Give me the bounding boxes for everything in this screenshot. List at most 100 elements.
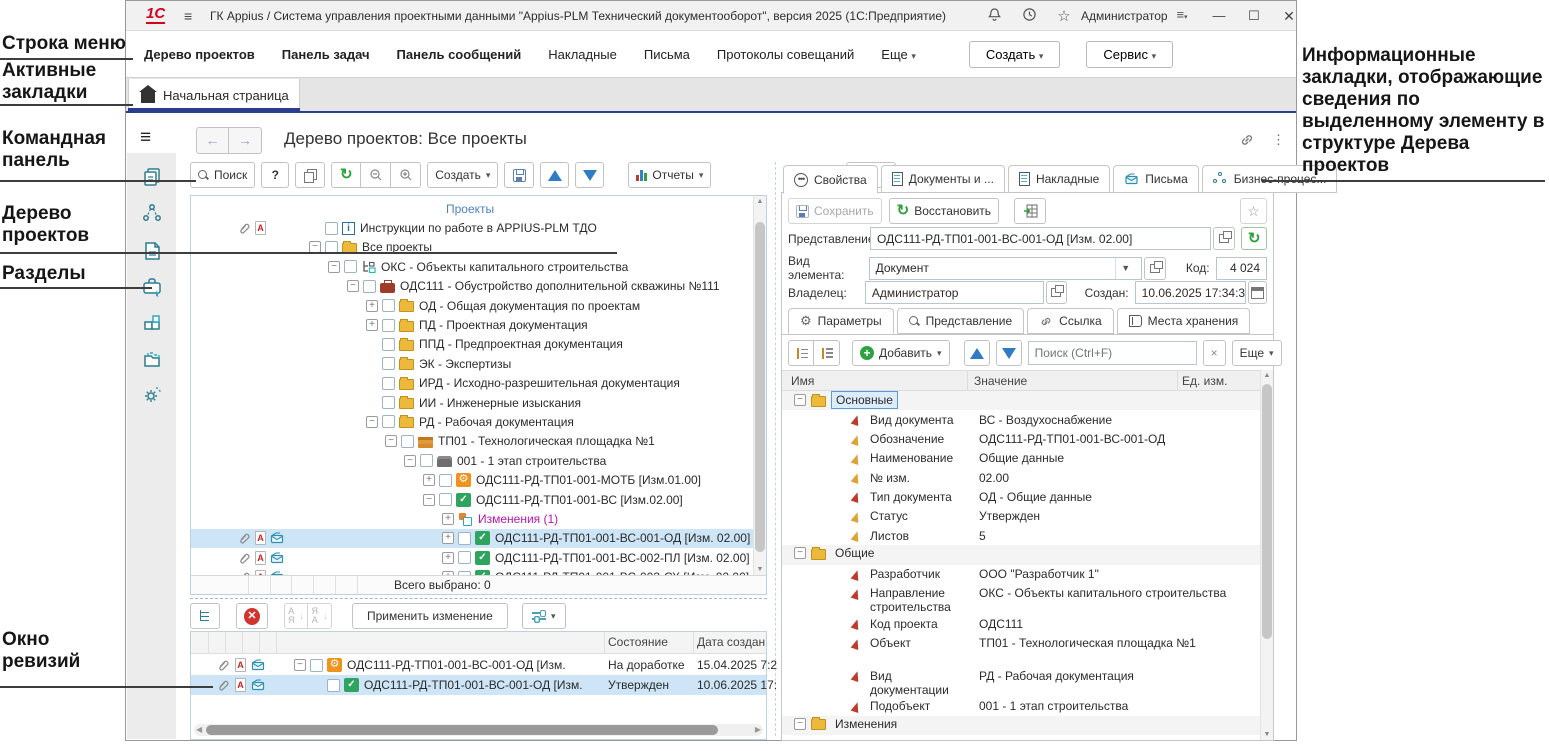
- param-row[interactable]: Тип документа ОД - Общие данные: [782, 487, 1260, 506]
- collapse-toggle[interactable]: −: [794, 718, 806, 730]
- param-row[interactable]: Вид документации РД - Рабочая документац…: [782, 666, 1260, 697]
- param-value[interactable]: ОДС111: [970, 614, 1240, 631]
- param-row[interactable]: Подобъект 001 - 1 этап строительства: [782, 697, 1260, 716]
- representation-field[interactable]: ОДС111-РД-ТП01-001-ВС-001-ОД [Изм. 02.00…: [870, 227, 1211, 250]
- param-value[interactable]: ОД - Общие данные: [970, 487, 1240, 504]
- expand-groups-button[interactable]: [814, 340, 840, 366]
- row-checkbox[interactable]: [344, 260, 357, 273]
- row-checkbox[interactable]: [382, 338, 395, 351]
- tree-node-label[interactable]: ОКС - Объекты капитального строительства: [381, 260, 628, 274]
- create-button[interactable]: Создать▾: [427, 162, 498, 188]
- more-menu-dots-icon[interactable]: ⋮: [1272, 132, 1285, 148]
- tree-root-row[interactable]: Проекты: [191, 199, 753, 218]
- open-owner-button[interactable]: [1046, 281, 1067, 304]
- tree-scrollbar[interactable]: ▲ ▼: [753, 196, 766, 575]
- menu-item[interactable]: Протоколы совещаний: [717, 47, 854, 62]
- tree-row[interactable]: − ОКС - Объекты капитального строительст…: [191, 257, 753, 276]
- forward-button[interactable]: →: [229, 127, 262, 154]
- expand-toggle[interactable]: +: [442, 532, 454, 544]
- tree-node-label[interactable]: ИИ - Инженерные изыскания: [419, 396, 581, 410]
- invoices-section-icon[interactable]: [140, 239, 164, 263]
- revision-label[interactable]: ОДС111-РД-ТП01-001-ВС-001-ОД [Изм. 01.00…: [347, 658, 565, 672]
- main-menu-icon[interactable]: ≡: [184, 9, 200, 23]
- tree-row[interactable]: + Изменения (1): [191, 509, 753, 528]
- tree-node-label[interactable]: РД - Рабочая документация: [419, 415, 574, 429]
- tree-node-label[interactable]: ЭК - Экспертизы: [419, 357, 511, 371]
- collapse-toggle[interactable]: −: [294, 659, 306, 671]
- menu-item[interactable]: Дерево проектов: [144, 47, 255, 62]
- help-button[interactable]: ?: [261, 162, 289, 188]
- group-name[interactable]: Основные: [831, 391, 898, 409]
- param-value[interactable]: 02.00: [970, 468, 1240, 485]
- row-checkbox[interactable]: [382, 357, 395, 370]
- param-row[interactable]: Наименование Общие данные: [782, 449, 1260, 468]
- expand-toggle[interactable]: +: [423, 474, 435, 486]
- modules-section-icon[interactable]: [140, 311, 164, 335]
- tree-node-label[interactable]: Изменения (1): [478, 512, 558, 526]
- tree-row[interactable]: + ПД - Проектная документация: [191, 315, 753, 334]
- add-parameter-button[interactable]: +Добавить▾: [852, 340, 950, 366]
- calendar-button[interactable]: [1248, 281, 1267, 304]
- move-up-button[interactable]: [540, 162, 569, 188]
- minimize-button[interactable]: —: [1206, 6, 1232, 26]
- revision-label[interactable]: ОДС111-РД-ТП01-001-ВС-001-ОД [Изм. 02...: [364, 678, 582, 692]
- tree-node-label[interactable]: ОДС111-РД-ТП01-001-ВС-001-ОД [Изм. 02.00…: [495, 531, 750, 545]
- scroll-left-icon[interactable]: ◀: [196, 724, 202, 736]
- param-value[interactable]: Общие данные: [970, 449, 1240, 466]
- param-group-row[interactable]: − Изменения: [782, 716, 1260, 735]
- param-row[interactable]: Объект ТП01 - Технологическая площадка №…: [782, 634, 1260, 653]
- scroll-up-icon[interactable]: ▲: [1261, 372, 1273, 379]
- favorite-star-button[interactable]: ☆: [1240, 198, 1267, 224]
- row-checkbox[interactable]: [382, 396, 395, 409]
- create-menu-button[interactable]: Создать ▾: [969, 41, 1061, 68]
- param-down-button[interactable]: [996, 340, 1022, 366]
- tree-node-label[interactable]: ОДС111-РД-ТП01-001-МОТБ [Изм.01.00]: [476, 473, 701, 487]
- row-checkbox[interactable]: [363, 280, 376, 293]
- copy-window-button[interactable]: [295, 162, 325, 188]
- owner-field[interactable]: Администратор: [865, 281, 1044, 304]
- settings-section-icon[interactable]: [140, 383, 164, 407]
- open-representation-button[interactable]: [1213, 227, 1235, 250]
- param-value[interactable]: ТП01 - Технологическая площадка №1: [970, 634, 1240, 651]
- code-field[interactable]: 4 024: [1216, 257, 1267, 280]
- tree-row[interactable]: ИИ - Инженерные изыскания: [191, 393, 753, 412]
- revision-settings-button[interactable]: ▾: [522, 603, 566, 629]
- expand-toggle[interactable]: +: [442, 513, 454, 525]
- scroll-down-icon[interactable]: ▼: [1261, 731, 1273, 738]
- maximize-button[interactable]: ☐: [1241, 6, 1267, 26]
- info-tab-3[interactable]: Письма: [1113, 165, 1199, 193]
- clear-search-button[interactable]: ×: [1203, 340, 1226, 366]
- row-checkbox[interactable]: [382, 299, 395, 312]
- collapse-toggle[interactable]: −: [328, 261, 340, 273]
- vertical-splitter[interactable]: [775, 162, 776, 736]
- menu-item[interactable]: Письма: [644, 47, 690, 62]
- sort-desc-button[interactable]: ЯА↓: [308, 603, 332, 629]
- row-checkbox[interactable]: [327, 679, 340, 692]
- save-properties-button[interactable]: Сохранить: [788, 198, 882, 224]
- row-checkbox[interactable]: [325, 222, 338, 235]
- shared-folders-section-icon[interactable]: [140, 347, 164, 371]
- open-kind-button[interactable]: [1144, 257, 1166, 280]
- param-group-row[interactable]: − Основные: [782, 391, 1260, 410]
- tree-row[interactable]: A +✓ ОДС111-РД-ТП01-001-ВС-001-ОД [Изм. …: [191, 529, 753, 548]
- collapse-toggle[interactable]: −: [347, 280, 359, 292]
- horizontal-splitter[interactable]: [190, 598, 767, 599]
- sections-menu-icon[interactable]: ≡: [140, 128, 162, 148]
- scrollbar-thumb[interactable]: [1262, 384, 1272, 639]
- param-value[interactable]: РД - Рабочая документация: [970, 666, 1240, 683]
- row-checkbox[interactable]: [458, 532, 471, 545]
- refresh-representation-button[interactable]: ↻: [1241, 227, 1267, 250]
- row-checkbox[interactable]: [310, 659, 323, 672]
- param-row[interactable]: № изм. 02.00: [782, 468, 1260, 487]
- param-tab-0[interactable]: ⚙Параметры: [788, 308, 894, 334]
- expand-toggle[interactable]: +: [366, 319, 378, 331]
- tree-row[interactable]: − 001 - 1 этап строительства: [191, 451, 753, 470]
- menu-item[interactable]: Накладные: [548, 47, 617, 62]
- collapse-toggle[interactable]: −: [404, 455, 416, 467]
- collapse-toggle[interactable]: −: [385, 435, 397, 447]
- param-value[interactable]: ВС - Воздухоснабжение: [970, 410, 1240, 427]
- tree-row[interactable]: −✓ ОДС111-РД-ТП01-001-ВС [Изм.02.00]: [191, 490, 753, 509]
- param-row[interactable]: Статус Утвержден: [782, 507, 1260, 526]
- save-tree-button[interactable]: [504, 162, 534, 188]
- param-row[interactable]: Направление строительства ОКС - Объекты …: [782, 584, 1260, 615]
